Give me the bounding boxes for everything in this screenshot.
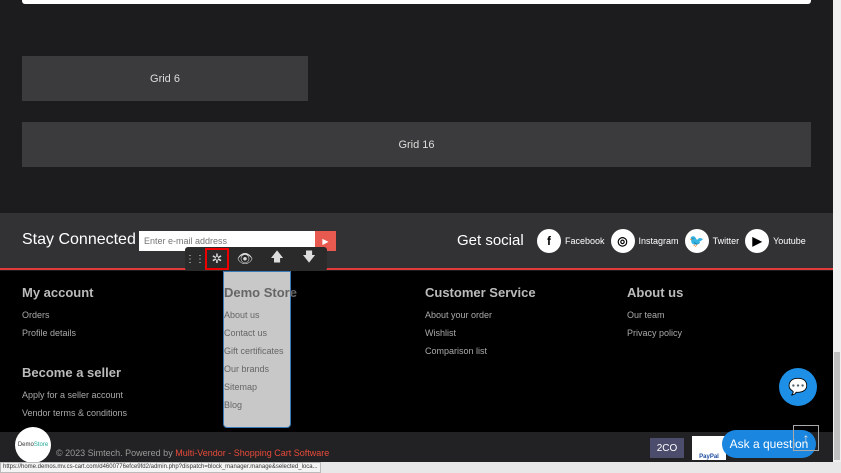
footer-heading: Customer Service (425, 285, 536, 300)
drag-handle-icon[interactable]: ⋮⋮ (185, 247, 205, 271)
payment-paypal: PayPal (692, 436, 726, 460)
instagram-icon: ◎ (610, 229, 635, 253)
social-title: Get social (457, 232, 524, 249)
store-logo[interactable]: Demo Store (15, 427, 51, 463)
footer-heading: Demo Store (224, 285, 297, 300)
logo-text: Demo (17, 442, 34, 448)
footer-link[interactable]: Vendor terms & conditions (22, 408, 127, 418)
footer-link[interactable]: About us (224, 310, 297, 320)
footer-demo-store: Demo Store About us Contact us Gift cert… (224, 285, 297, 410)
social-youtube[interactable]: ▶ Youtube (745, 229, 806, 253)
footer-link[interactable]: Privacy policy (627, 328, 683, 338)
logo-text: Store (33, 442, 49, 448)
social-label: Youtube (773, 236, 806, 246)
grid-16[interactable]: Grid 16 (22, 122, 811, 167)
scrollbar[interactable] (833, 0, 841, 462)
footer-link[interactable]: Contact us (224, 328, 297, 338)
powered-link[interactable]: Multi-Vendor - Shopping Cart Software (175, 448, 329, 458)
social-instagram[interactable]: ◎ Instagram (610, 229, 679, 253)
newsletter-title: Stay Connected (22, 231, 136, 248)
footer-link[interactable]: About your order (425, 310, 536, 320)
footer-heading: Become a seller (22, 365, 122, 380)
social-label: Facebook (565, 236, 605, 246)
facebook-icon: f (537, 229, 561, 253)
youtube-icon: ▶ (745, 229, 770, 253)
footer-seller: Become a seller Apply for a seller accou… (22, 365, 127, 418)
footer-link[interactable]: Apply for a seller account (22, 390, 127, 400)
status-url: https://home.demos.mv.cs-cart.com/d46007… (0, 462, 321, 473)
grid-6-label: Grid 6 (150, 72, 180, 85)
footer-link[interactable]: Sitemap (224, 382, 297, 392)
status-bar: https://home.demos.mv.cs-cart.com/d46007… (0, 462, 841, 473)
footer-link[interactable]: Blog (224, 400, 297, 410)
scroll-top-icon[interactable]: ↑ (793, 425, 819, 451)
social-facebook[interactable]: f Facebook (537, 229, 605, 253)
grid-6[interactable]: Grid 6 (22, 56, 308, 101)
social-twitter[interactable]: 🐦 Twitter (684, 229, 740, 253)
payment-2co: 2CO (650, 438, 684, 458)
footer-customer-service: Customer Service About your order Wishli… (425, 285, 536, 356)
block-toolbar: ⋮⋮ ✲ 👁 🡅 🡇 (185, 247, 327, 271)
chat-icon[interactable]: 💬 (779, 368, 817, 406)
arrow-up-icon[interactable]: 🡅 (261, 247, 293, 271)
social-label: Instagram (638, 236, 679, 246)
footer-link[interactable]: Profile details (22, 328, 94, 338)
play-icon: ▶ (322, 236, 329, 246)
social-label: Twitter (712, 236, 740, 246)
content-block (22, 0, 811, 4)
gear-icon[interactable]: ✲ (205, 248, 229, 270)
footer-heading: About us (627, 285, 684, 300)
twitter-icon: 🐦 (684, 229, 709, 253)
copyright-text: © 2023 Simtech. Powered by (56, 448, 176, 458)
grid-16-label: Grid 16 (398, 138, 435, 151)
footer-my-account: My account Orders Profile details (22, 285, 94, 338)
footer-heading: My account (22, 285, 94, 300)
footer-link[interactable]: Gift certificates (224, 346, 297, 356)
footer-link[interactable]: Our brands (224, 364, 297, 374)
eye-icon[interactable]: 👁 (229, 247, 261, 271)
footer-link[interactable]: Comparison list (425, 346, 536, 356)
footer-link[interactable]: Our team (627, 310, 683, 320)
footer-link[interactable]: Orders (22, 310, 94, 320)
arrow-down-icon[interactable]: 🡇 (293, 247, 325, 271)
footer-about: About us Our team Privacy policy (627, 285, 683, 338)
footer-link[interactable]: Wishlist (425, 328, 536, 338)
copyright: © 2023 Simtech. Powered by Multi-Vendor … (56, 448, 329, 458)
